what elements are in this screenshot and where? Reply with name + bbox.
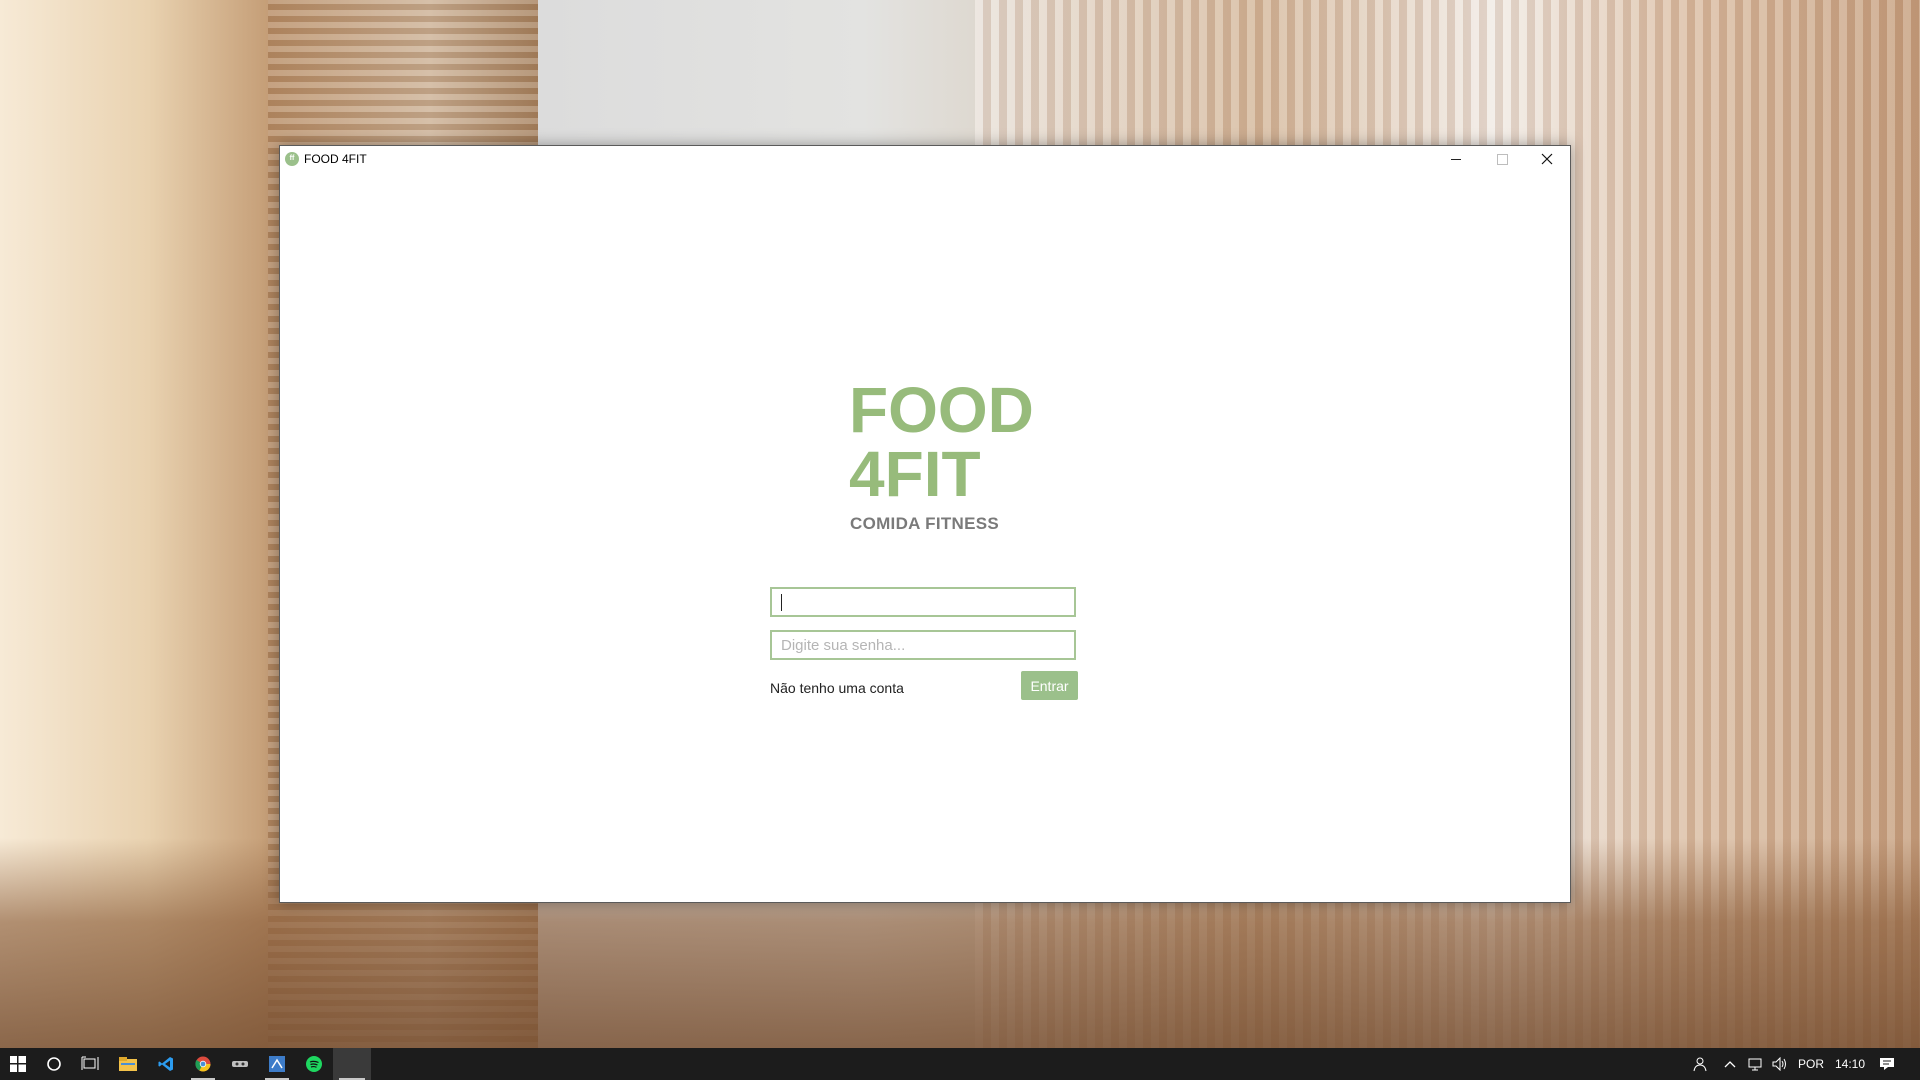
brand-line-1: FOOD xyxy=(849,374,1034,446)
people-icon xyxy=(1693,1057,1707,1072)
search-button[interactable] xyxy=(36,1048,72,1080)
file-explorer-icon xyxy=(119,1057,137,1071)
tray-overflow-button[interactable] xyxy=(1716,1048,1744,1080)
minimize-button[interactable] xyxy=(1433,146,1479,172)
start-button[interactable] xyxy=(0,1048,36,1080)
maximize-button[interactable] xyxy=(1479,146,1525,172)
tray-volume-button[interactable] xyxy=(1768,1048,1792,1080)
task-view-icon xyxy=(81,1056,99,1070)
taskbar-chrome[interactable] xyxy=(185,1048,221,1080)
close-button[interactable] xyxy=(1524,146,1570,172)
volume-icon xyxy=(1772,1057,1786,1071)
action-center-button[interactable] xyxy=(1870,1048,1904,1080)
tray-language[interactable]: POR xyxy=(1798,1057,1824,1071)
taskbar-app-1[interactable] xyxy=(222,1048,258,1080)
tray-people-button[interactable] xyxy=(1684,1048,1714,1080)
signup-link[interactable]: Não tenho uma conta xyxy=(770,680,904,696)
taskbar-file-explorer[interactable] xyxy=(110,1048,146,1080)
notification-icon xyxy=(1880,1058,1894,1070)
taskbar-app-food4fit[interactable] xyxy=(333,1048,371,1080)
window-title: FOOD 4FIT xyxy=(304,152,367,166)
search-icon xyxy=(47,1057,61,1071)
vscode-icon xyxy=(158,1057,173,1071)
brand-logo-text: FOOD 4FIT xyxy=(849,378,1034,506)
taskbar-vscode[interactable] xyxy=(148,1048,184,1080)
password-input[interactable] xyxy=(770,630,1076,660)
taskbar-spotify[interactable] xyxy=(296,1048,332,1080)
app-leaf-icon: ff xyxy=(285,152,299,166)
minimize-icon xyxy=(1451,158,1461,160)
start-icon xyxy=(10,1056,26,1072)
maximize-icon xyxy=(1496,153,1508,165)
spotify-icon xyxy=(306,1056,322,1072)
enter-button[interactable]: Entrar xyxy=(1021,671,1078,700)
close-icon xyxy=(1541,153,1553,165)
taskbar-app-2[interactable] xyxy=(259,1048,295,1080)
chrome-icon xyxy=(195,1056,211,1072)
taskbar: POR 14:10 xyxy=(0,1048,1920,1080)
brand-line-2: 4FIT xyxy=(849,438,981,510)
text-caret xyxy=(781,594,782,611)
tray-clock[interactable]: 14:10 xyxy=(1835,1057,1865,1071)
app-icon xyxy=(344,1056,360,1072)
task-view-button[interactable] xyxy=(72,1048,108,1080)
username-input[interactable] xyxy=(770,587,1076,617)
network-icon xyxy=(1748,1058,1762,1071)
app-icon xyxy=(232,1061,248,1067)
app-window: ff FOOD 4FIT FOOD 4FIT COMIDA FITNESS Nã… xyxy=(279,145,1571,903)
app-icon xyxy=(269,1056,285,1072)
brand-subtitle: COMIDA FITNESS xyxy=(850,514,1000,533)
tray-network-button[interactable] xyxy=(1744,1048,1768,1080)
title-bar[interactable]: ff FOOD 4FIT xyxy=(280,146,1570,172)
chevron-up-icon xyxy=(1724,1061,1736,1068)
